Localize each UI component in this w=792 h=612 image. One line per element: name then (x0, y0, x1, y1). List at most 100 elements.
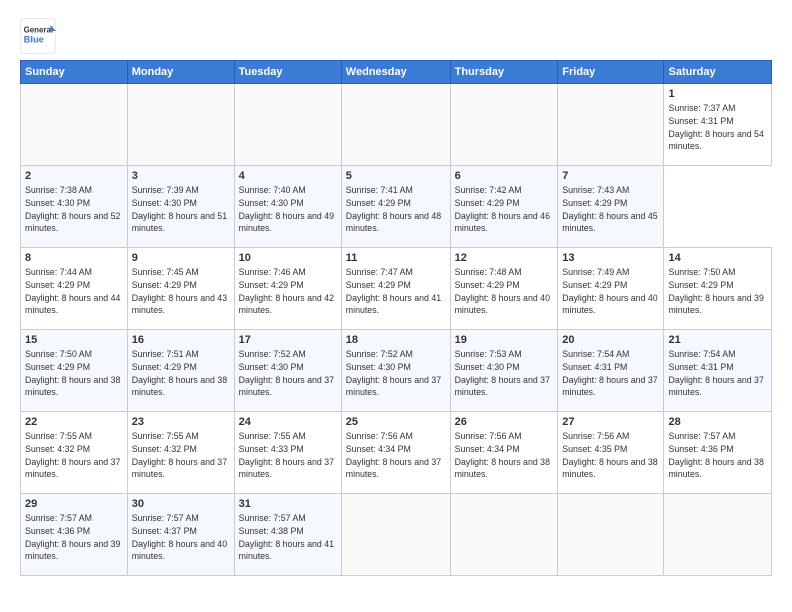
day-number: 23 (132, 416, 230, 428)
empty-cell (450, 84, 558, 166)
day-info: Sunrise: 7:41 AMSunset: 4:29 PMDaylight:… (346, 185, 441, 233)
day-cell-19: 19Sunrise: 7:53 AMSunset: 4:30 PMDayligh… (450, 330, 558, 412)
day-info: Sunrise: 7:42 AMSunset: 4:29 PMDaylight:… (455, 185, 550, 233)
day-cell-16: 16 Sunrise: 7:51 AMSunset: 4:29 PMDayligh… (127, 330, 234, 412)
day-number: 19 (455, 334, 554, 346)
week-row-2: 8 Sunrise: 7:44 AMSunset: 4:29 PMDaylight… (21, 248, 772, 330)
day-number: 5 (346, 170, 446, 182)
empty-cell (127, 84, 234, 166)
day-cell-1: 1 Sunrise: 7:37 AMSunset: 4:31 PMDaylight… (664, 84, 772, 166)
col-header-friday: Friday (558, 61, 664, 84)
empty-cell (341, 494, 450, 576)
day-cell-2: 2 Sunrise: 7:38 AMSunset: 4:30 PMDaylight… (21, 166, 128, 248)
day-number: 17 (239, 334, 337, 346)
day-number: 4 (239, 170, 337, 182)
week-row-4: 22 Sunrise: 7:55 AMSunset: 4:32 PMDayligh… (21, 412, 772, 494)
day-info: Sunrise: 7:57 AMSunset: 4:36 PMDaylight:… (25, 513, 120, 561)
day-number: 12 (455, 252, 554, 264)
day-cell-20: 20Sunrise: 7:54 AMSunset: 4:31 PMDayligh… (558, 330, 664, 412)
day-cell-5: 5 Sunrise: 7:41 AMSunset: 4:29 PMDaylight… (341, 166, 450, 248)
day-cell-14: 14 Sunrise: 7:50 AMSunset: 4:29 PMDayligh… (664, 248, 772, 330)
day-cell-24: 24Sunrise: 7:55 AMSunset: 4:33 PMDayligh… (234, 412, 341, 494)
day-number: 24 (239, 416, 337, 428)
col-header-saturday: Saturday (664, 61, 772, 84)
col-header-thursday: Thursday (450, 61, 558, 84)
day-number: 16 (132, 334, 230, 346)
day-info: Sunrise: 7:45 AMSunset: 4:29 PMDaylight:… (132, 267, 227, 315)
logo: General Blue (20, 18, 56, 54)
day-info: Sunrise: 7:54 AMSunset: 4:31 PMDaylight:… (562, 349, 657, 397)
day-number: 30 (132, 498, 230, 510)
day-number: 10 (239, 252, 337, 264)
day-info: Sunrise: 7:52 AMSunset: 4:30 PMDaylight:… (239, 349, 334, 397)
day-number: 1 (668, 88, 767, 100)
day-number: 29 (25, 498, 123, 510)
day-number: 6 (455, 170, 554, 182)
week-row-0: 1 Sunrise: 7:37 AMSunset: 4:31 PMDaylight… (21, 84, 772, 166)
day-info: Sunrise: 7:56 AMSunset: 4:34 PMDaylight:… (455, 431, 550, 479)
day-cell-27: 27 Sunrise: 7:56 AMSunset: 4:35 PMDayligh… (558, 412, 664, 494)
day-info: Sunrise: 7:56 AMSunset: 4:35 PMDaylight:… (562, 431, 657, 479)
day-cell-11: 11 Sunrise: 7:47 AMSunset: 4:29 PMDayligh… (341, 248, 450, 330)
day-info: Sunrise: 7:46 AMSunset: 4:29 PMDaylight:… (239, 267, 334, 315)
day-info: Sunrise: 7:47 AMSunset: 4:29 PMDaylight:… (346, 267, 441, 315)
day-cell-28: 28 Sunrise: 7:57 AMSunset: 4:36 PMDayligh… (664, 412, 772, 494)
day-cell-4: 4 Sunrise: 7:40 AMSunset: 4:30 PMDaylight… (234, 166, 341, 248)
day-cell-22: 22 Sunrise: 7:55 AMSunset: 4:32 PMDayligh… (21, 412, 128, 494)
day-number: 28 (668, 416, 767, 428)
day-number: 13 (562, 252, 659, 264)
day-info: Sunrise: 7:43 AMSunset: 4:29 PMDaylight:… (562, 185, 657, 233)
day-number: 22 (25, 416, 123, 428)
day-info: Sunrise: 7:50 AMSunset: 4:29 PMDaylight:… (668, 267, 763, 315)
day-info: Sunrise: 7:55 AMSunset: 4:32 PMDaylight:… (25, 431, 120, 479)
day-number: 9 (132, 252, 230, 264)
day-cell-13: 13Sunrise: 7:49 AMSunset: 4:29 PMDayligh… (558, 248, 664, 330)
day-info: Sunrise: 7:55 AMSunset: 4:32 PMDaylight:… (132, 431, 227, 479)
day-cell-12: 12 Sunrise: 7:48 AMSunset: 4:29 PMDayligh… (450, 248, 558, 330)
day-info: Sunrise: 7:51 AMSunset: 4:29 PMDaylight:… (132, 349, 227, 397)
empty-cell (21, 84, 128, 166)
day-cell-7: 7Sunrise: 7:43 AMSunset: 4:29 PMDaylight… (558, 166, 664, 248)
day-number: 2 (25, 170, 123, 182)
empty-cell (558, 494, 664, 576)
day-cell-30: 30 Sunrise: 7:57 AMSunset: 4:37 PMDayligh… (127, 494, 234, 576)
day-number: 21 (668, 334, 767, 346)
day-info: Sunrise: 7:57 AMSunset: 4:37 PMDaylight:… (132, 513, 227, 561)
day-cell-25: 25 Sunrise: 7:56 AMSunset: 4:34 PMDayligh… (341, 412, 450, 494)
empty-cell (450, 494, 558, 576)
day-number: 31 (239, 498, 337, 510)
day-number: 27 (562, 416, 659, 428)
svg-text:General: General (24, 25, 53, 34)
col-header-sunday: Sunday (21, 61, 128, 84)
col-header-tuesday: Tuesday (234, 61, 341, 84)
day-number: 25 (346, 416, 446, 428)
day-cell-17: 17 Sunrise: 7:52 AMSunset: 4:30 PMDayligh… (234, 330, 341, 412)
header: General Blue (20, 18, 772, 54)
day-cell-9: 9 Sunrise: 7:45 AMSunset: 4:29 PMDaylight… (127, 248, 234, 330)
day-info: Sunrise: 7:48 AMSunset: 4:29 PMDaylight:… (455, 267, 550, 315)
day-cell-29: 29 Sunrise: 7:57 AMSunset: 4:36 PMDayligh… (21, 494, 128, 576)
day-info: Sunrise: 7:38 AMSunset: 4:30 PMDaylight:… (25, 185, 120, 233)
week-row-1: 2 Sunrise: 7:38 AMSunset: 4:30 PMDaylight… (21, 166, 772, 248)
day-number: 8 (25, 252, 123, 264)
empty-cell (341, 84, 450, 166)
day-number: 26 (455, 416, 554, 428)
day-number: 11 (346, 252, 446, 264)
day-cell-31: 31Sunrise: 7:57 AMSunset: 4:38 PMDayligh… (234, 494, 341, 576)
day-info: Sunrise: 7:52 AMSunset: 4:30 PMDaylight:… (346, 349, 441, 397)
day-info: Sunrise: 7:39 AMSunset: 4:30 PMDaylight:… (132, 185, 227, 233)
day-cell-15: 15 Sunrise: 7:50 AMSunset: 4:29 PMDayligh… (21, 330, 128, 412)
day-info: Sunrise: 7:37 AMSunset: 4:31 PMDaylight:… (668, 103, 763, 151)
day-info: Sunrise: 7:56 AMSunset: 4:34 PMDaylight:… (346, 431, 441, 479)
day-info: Sunrise: 7:44 AMSunset: 4:29 PMDaylight:… (25, 267, 120, 315)
day-number: 14 (668, 252, 767, 264)
day-info: Sunrise: 7:40 AMSunset: 4:30 PMDaylight:… (239, 185, 334, 233)
day-info: Sunrise: 7:50 AMSunset: 4:29 PMDaylight:… (25, 349, 120, 397)
day-number: 3 (132, 170, 230, 182)
day-number: 15 (25, 334, 123, 346)
day-cell-23: 23 Sunrise: 7:55 AMSunset: 4:32 PMDayligh… (127, 412, 234, 494)
week-row-3: 15 Sunrise: 7:50 AMSunset: 4:29 PMDayligh… (21, 330, 772, 412)
day-number: 18 (346, 334, 446, 346)
day-info: Sunrise: 7:57 AMSunset: 4:36 PMDaylight:… (668, 431, 763, 479)
empty-cell (664, 494, 772, 576)
